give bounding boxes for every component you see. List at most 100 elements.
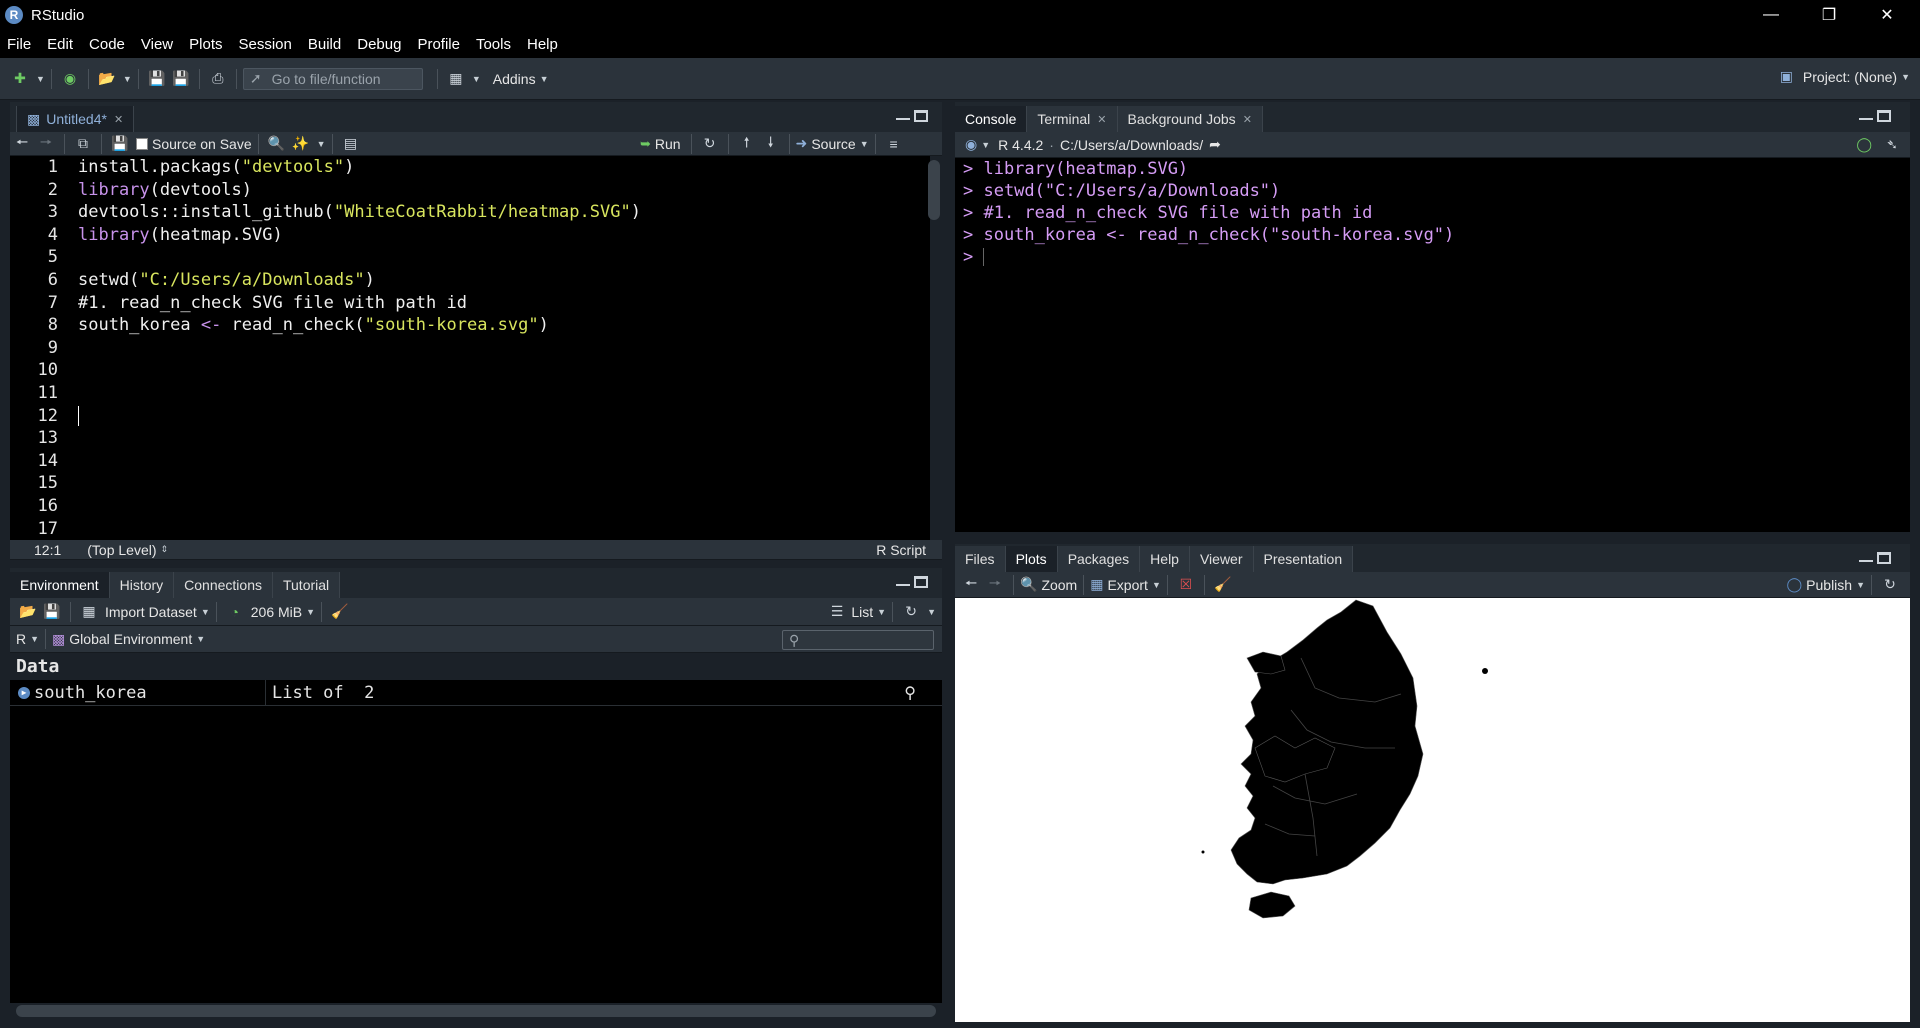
tab-background-jobs[interactable]: Background Jobs ✕ <box>1117 106 1263 132</box>
save-all-icon[interactable]: 💾 <box>169 69 193 89</box>
show-in-window-icon[interactable]: ⧉ <box>71 134 95 154</box>
zoom-icon[interactable]: 🔍 <box>1020 576 1037 593</box>
source-on-save-checkbox[interactable] <box>136 137 148 150</box>
rerun-icon[interactable]: ↻ <box>698 134 722 154</box>
run-button[interactable]: Run <box>655 136 681 152</box>
tab-packages[interactable]: Packages <box>1057 546 1141 572</box>
chevron-down-icon[interactable]: ▼ <box>981 140 990 150</box>
chevron-down-icon[interactable]: ▼ <box>860 139 869 149</box>
restore-button[interactable]: ❐ <box>1800 0 1858 30</box>
down-arrow-icon[interactable]: 🠗 <box>759 134 783 154</box>
code-editor[interactable]: 1 2 3 4 5 6 7 8 9 10 11 12 13 14 15 16 17 install.packag… <box>10 156 940 540</box>
tab-terminal[interactable]: Terminal ✕ <box>1027 106 1118 132</box>
language-select[interactable]: R <box>16 631 26 647</box>
search-icon[interactable]: 🔍 <box>265 134 289 154</box>
editor-scrollbar[interactable] <box>928 160 940 220</box>
view-data-search-icon[interactable]: ⚲ <box>904 683 916 702</box>
console-output[interactable]: > library(heatmap.SVG) > setwd("C:/Users… <box>955 158 1910 532</box>
r-version[interactable]: R 4.4.2 <box>998 137 1043 153</box>
menu-edit[interactable]: Edit <box>47 36 73 53</box>
tab-plots[interactable]: Plots <box>1005 546 1058 572</box>
chevron-down-icon[interactable]: ▼ <box>927 607 936 617</box>
env-search-input[interactable]: ⚲ <box>782 630 934 650</box>
close-button[interactable]: ✕ <box>1858 0 1916 30</box>
memory-usage[interactable]: 206 MiB <box>251 604 302 620</box>
chevron-down-icon[interactable]: ⇕ <box>161 544 169 555</box>
menu-view[interactable]: View <box>141 36 173 53</box>
save-icon[interactable]: 💾 <box>108 134 132 154</box>
code-tools-wand-icon[interactable]: ✨ <box>289 134 313 154</box>
environment-scope-select[interactable]: Global Environment <box>69 631 192 647</box>
menu-debug[interactable]: Debug <box>357 36 401 53</box>
open-file-icon[interactable]: 📂 <box>95 69 119 89</box>
menu-profile[interactable]: Profile <box>417 36 460 53</box>
close-tab-icon[interactable]: ✕ <box>114 113 123 126</box>
addins-menu[interactable]: Addins <box>493 71 536 87</box>
chevron-down-icon[interactable]: ▼ <box>201 607 210 617</box>
tab-help[interactable]: Help <box>1140 546 1190 572</box>
tab-viewer[interactable]: Viewer <box>1189 546 1254 572</box>
close-tab-icon[interactable]: ✕ <box>1097 113 1106 126</box>
forward-arrow-icon[interactable]: 🠖 <box>34 134 58 154</box>
tab-environment[interactable]: Environment <box>10 572 110 598</box>
new-project-icon[interactable]: ◉ <box>58 69 82 89</box>
menu-file[interactable]: File <box>7 36 31 53</box>
chevron-down-icon[interactable]: ▼ <box>472 74 481 84</box>
console-pane-controls[interactable] <box>1859 110 1891 122</box>
close-tab-icon[interactable]: ✕ <box>1243 113 1252 126</box>
next-plot-icon[interactable]: 🠖 <box>983 575 1007 595</box>
env-hscrollbar[interactable] <box>16 1005 936 1017</box>
export-icon[interactable]: ▦ <box>1090 576 1103 593</box>
zoom-button[interactable]: Zoom <box>1041 577 1077 593</box>
back-arrow-icon[interactable]: 🠔 <box>10 134 34 154</box>
chevron-down-icon[interactable]: ▼ <box>196 634 205 644</box>
tab-console[interactable]: Console <box>955 106 1028 132</box>
chevron-down-icon[interactable]: ▼ <box>1152 580 1161 590</box>
chevron-down-icon[interactable]: ▼ <box>540 74 549 84</box>
tab-history[interactable]: History <box>109 572 175 598</box>
print-icon[interactable]: ⎙ <box>206 69 230 89</box>
save-workspace-icon[interactable]: 💾 <box>40 602 64 622</box>
expand-icon[interactable]: ▶ <box>18 686 30 699</box>
tab-tutorial[interactable]: Tutorial <box>272 572 341 598</box>
import-dataset-button[interactable]: Import Dataset <box>105 604 197 620</box>
clear-plots-broom-icon[interactable]: 🧹 <box>1211 575 1235 595</box>
clear-console-broom-icon[interactable]: ➴ <box>1886 136 1898 153</box>
chevron-down-icon[interactable]: ▼ <box>1856 580 1865 590</box>
menu-code[interactable]: Code <box>89 36 125 53</box>
source-icon[interactable]: ➜ <box>796 135 808 152</box>
new-file-icon[interactable]: ✚ <box>8 69 32 89</box>
publish-button[interactable]: Publish <box>1806 577 1852 593</box>
chevron-down-icon[interactable]: ▼ <box>123 74 132 84</box>
menu-help[interactable]: Help <box>527 36 558 53</box>
menu-session[interactable]: Session <box>239 36 292 53</box>
minimize-button[interactable]: — <box>1742 0 1800 30</box>
source-pane-controls[interactable] <box>896 110 928 122</box>
code-lines[interactable]: install.packags("devtools") library(devt… <box>78 156 641 427</box>
source-button[interactable]: Source <box>811 136 855 152</box>
menu-build[interactable]: Build <box>308 36 341 53</box>
up-arrow-icon[interactable]: 🠕 <box>735 134 759 154</box>
tab-files[interactable]: Files <box>955 546 1006 572</box>
chevron-down-icon[interactable]: ▼ <box>317 139 326 149</box>
project-menu[interactable]: Project: (None) <box>1803 69 1897 85</box>
chevron-down-icon[interactable]: ▼ <box>877 607 886 617</box>
menu-plots[interactable]: Plots <box>189 36 222 53</box>
go-to-file-input[interactable]: ➚ Go to file/function <box>242 67 423 90</box>
console-prompt[interactable]: > <box>955 246 1910 268</box>
publish-icon[interactable]: ◯ <box>1786 576 1802 593</box>
tab-connections[interactable]: Connections <box>174 572 273 598</box>
chevron-down-icon[interactable]: ▼ <box>1901 72 1910 82</box>
compile-report-icon[interactable]: ▤ <box>339 134 363 154</box>
load-workspace-icon[interactable]: 📂 <box>16 602 40 622</box>
chevron-down-icon[interactable]: ▼ <box>30 634 39 644</box>
refresh-icon[interactable]: ↻ <box>1878 575 1902 595</box>
tab-untitled4[interactable]: ▩ Untitled4* ✕ <box>16 106 135 132</box>
go-to-directory-icon[interactable]: ➦ <box>1209 136 1221 153</box>
refresh-icon[interactable]: ↻ <box>899 602 923 622</box>
chevron-down-icon[interactable]: ▼ <box>36 74 45 84</box>
import-dataset-icon[interactable]: ▦ <box>77 602 101 622</box>
outline-icon[interactable]: ≡ <box>882 134 906 154</box>
previous-plot-icon[interactable]: 🠔 <box>959 575 983 595</box>
export-button[interactable]: Export <box>1107 577 1147 593</box>
